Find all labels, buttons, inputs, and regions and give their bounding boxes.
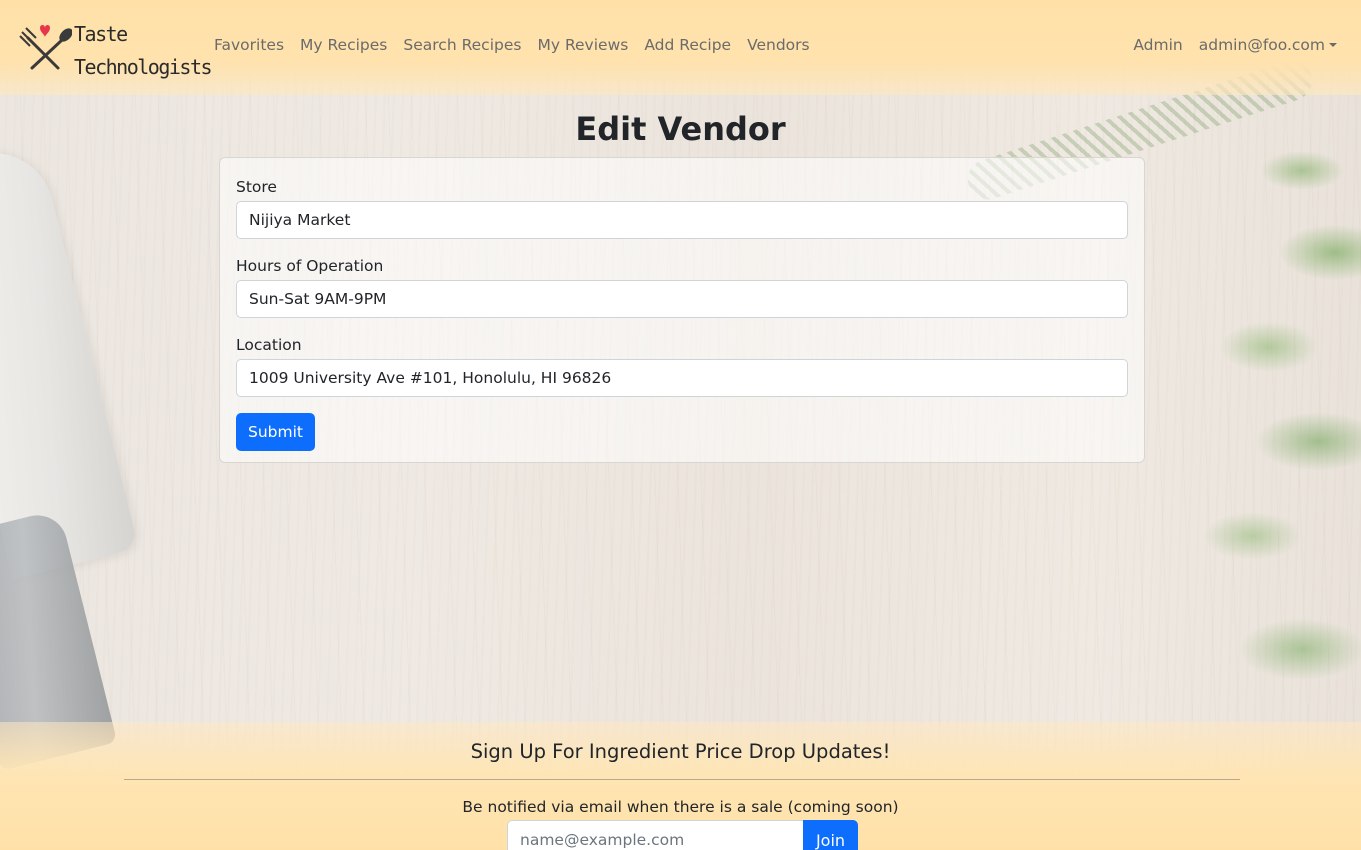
nav-link-admin[interactable]: Admin [1125,36,1190,54]
nav-link-my-recipes[interactable]: My Recipes [292,36,395,54]
brand-line-2: Technologists [74,55,213,79]
nav-link-my-reviews[interactable]: My Reviews [529,36,636,54]
signup-form: Join [507,820,858,850]
top-navbar: Taste Technologists Favorites My Recipes… [0,0,1361,95]
user-dropdown[interactable]: admin@foo.com [1191,36,1345,54]
store-label: Store [236,178,277,196]
user-email: admin@foo.com [1198,36,1325,54]
caret-down-icon [1329,43,1337,47]
edit-vendor-form: Store Hours of Operation Location Submit [219,157,1145,463]
location-label: Location [236,336,302,354]
footer-divider [124,779,1240,780]
submit-button[interactable]: Submit [236,413,315,451]
hours-input[interactable] [236,280,1128,318]
nav-link-search-recipes[interactable]: Search Recipes [395,36,529,54]
brand-line-1: Taste [74,22,128,46]
hours-label: Hours of Operation [236,257,384,275]
footer: Sign Up For Ingredient Price Drop Update… [0,722,1361,850]
brand-name: Taste Technologists [74,18,213,84]
store-field-group: Store [236,176,1128,239]
email-input[interactable] [507,820,803,850]
page-title: Edit Vendor [575,110,786,148]
join-button[interactable]: Join [803,820,858,850]
hours-field-group: Hours of Operation [236,255,1128,318]
location-field-group: Location [236,334,1128,397]
nav-link-vendors[interactable]: Vendors [739,36,818,54]
footer-title: Sign Up For Ingredient Price Drop Update… [470,740,891,763]
store-input[interactable] [236,201,1128,239]
nav-link-add-recipe[interactable]: Add Recipe [636,36,739,54]
nav-right: Admin admin@foo.com [1125,36,1345,54]
footer-description: Be notified via email when there is a sa… [462,798,899,816]
nav-link-favorites[interactable]: Favorites [206,36,292,54]
fork-spoon-heart-icon [19,25,72,70]
location-input[interactable] [236,359,1128,397]
background-knife-blade [0,140,139,580]
brand-link[interactable]: Taste Technologists [18,18,213,80]
nav-links: Favorites My Recipes Search Recipes My R… [206,36,818,54]
